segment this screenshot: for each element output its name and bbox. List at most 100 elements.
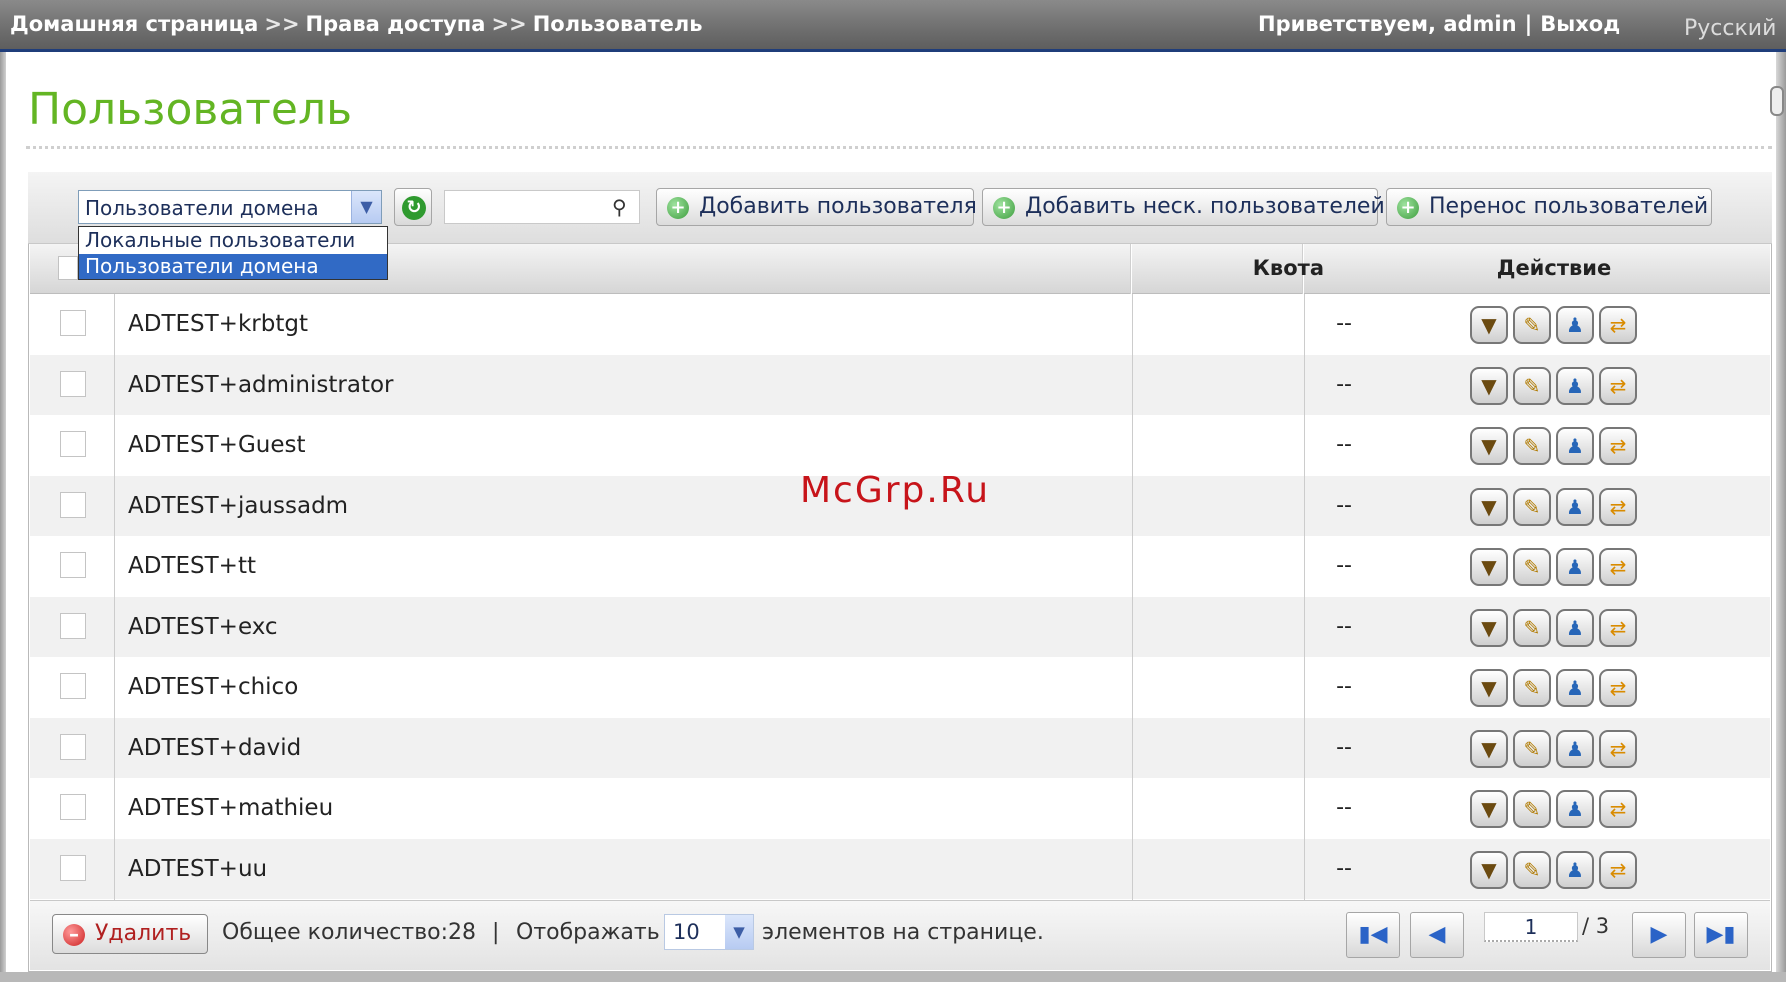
row-checkbox[interactable] [60, 854, 86, 881]
row-checkbox[interactable] [60, 370, 86, 397]
key-button[interactable]: ▼ [1470, 669, 1508, 707]
first-page-button[interactable]: ▮◀ [1346, 912, 1400, 958]
user-name: ADTEST+krbtgt [128, 311, 308, 337]
key-button[interactable]: ▼ [1470, 548, 1508, 586]
row-checkbox[interactable] [60, 552, 86, 578]
row-actions: ▼ ✎ ♟ ⇄ [1470, 548, 1650, 586]
edit-button[interactable]: ✎ [1513, 427, 1551, 465]
transfer-button[interactable]: ⇄ [1599, 366, 1637, 405]
edit-button[interactable]: ✎ [1513, 306, 1551, 344]
key-button[interactable]: ▼ [1470, 306, 1508, 344]
table-row[interactable]: ADTEST+krbtgt -- ▼ ✎ ♟ ⇄ [30, 294, 1770, 355]
next-page-button[interactable]: ▶ [1632, 912, 1686, 958]
user-group-button[interactable]: ♟ [1556, 306, 1594, 344]
user-group-button[interactable]: ♟ [1556, 366, 1594, 405]
refresh-button[interactable]: ↻ [394, 188, 432, 226]
transfer-button[interactable]: ⇄ [1599, 427, 1637, 465]
transfer-button[interactable]: ⇄ [1599, 790, 1637, 828]
title-divider [26, 146, 1772, 149]
per-page-select[interactable]: 10 ▼ [664, 914, 754, 950]
transfer-button[interactable]: ⇄ [1599, 669, 1637, 707]
edit-button[interactable]: ✎ [1513, 850, 1551, 889]
column-header-quota[interactable]: Квота [1164, 256, 1324, 280]
user-group-button[interactable]: ♟ [1556, 548, 1594, 586]
row-checkbox[interactable] [60, 612, 86, 639]
row-checkbox[interactable] [60, 431, 86, 457]
logout-link[interactable]: Выход [1540, 12, 1620, 36]
row-checkbox[interactable] [60, 794, 86, 820]
key-icon: ▼ [1481, 736, 1497, 761]
key-button[interactable]: ▼ [1470, 427, 1508, 465]
transfer-button[interactable]: ⇄ [1599, 548, 1637, 586]
table-row[interactable]: ADTEST+Guest -- ▼ ✎ ♟ ⇄ [30, 415, 1770, 476]
user-group-button[interactable]: ♟ [1556, 487, 1594, 526]
option-domain-users[interactable]: Пользователи домена [79, 254, 387, 279]
chevron-down-icon[interactable]: ▼ [725, 915, 753, 949]
key-button[interactable]: ▼ [1470, 790, 1508, 828]
username: admin [1443, 12, 1517, 36]
transfer-button[interactable]: ⇄ [1599, 306, 1637, 344]
row-actions: ▼ ✎ ♟ ⇄ [1470, 306, 1650, 344]
edit-button[interactable]: ✎ [1513, 608, 1551, 647]
user-group-button[interactable]: ♟ [1556, 669, 1594, 707]
add-multiple-users-button[interactable]: + Добавить неск. пользователей [982, 188, 1385, 226]
table-row[interactable]: ADTEST+administrator -- ▼ ✎ ♟ ⇄ [30, 354, 1770, 415]
edit-button[interactable]: ✎ [1513, 790, 1551, 828]
add-user-button[interactable]: + Добавить пользователя [656, 188, 977, 226]
key-button[interactable]: ▼ [1470, 729, 1508, 768]
language-selector[interactable]: Русский [1684, 16, 1776, 41]
breadcrumb-access-rights[interactable]: Права доступа [306, 12, 486, 36]
edit-button[interactable]: ✎ [1513, 669, 1551, 707]
transfer-button[interactable]: ⇄ [1599, 729, 1637, 768]
table-row[interactable]: ADTEST+tt -- ▼ ✎ ♟ ⇄ [30, 536, 1770, 597]
edit-button[interactable]: ✎ [1513, 548, 1551, 586]
row-checkbox[interactable] [60, 491, 86, 518]
edit-button[interactable]: ✎ [1513, 366, 1551, 405]
user-type-select[interactable]: Пользователи домена ▼ [78, 190, 382, 224]
transfer-icon: ⇄ [1609, 736, 1627, 761]
table-row[interactable]: ADTEST+david -- ▼ ✎ ♟ ⇄ [30, 717, 1770, 778]
edit-icon: ✎ [1523, 736, 1541, 761]
top-bar: Домашняя страница >> Права доступа >> Пользо… [0, 0, 1786, 52]
key-icon: ▼ [1481, 494, 1497, 519]
user-group-icon: ♟ [1566, 494, 1584, 519]
user-group-button[interactable]: ♟ [1556, 729, 1594, 768]
prev-page-button[interactable]: ◀ [1410, 912, 1464, 958]
page-number-input[interactable]: 1 [1484, 912, 1578, 942]
table-row[interactable]: ADTEST+chico -- ▼ ✎ ♟ ⇄ [30, 657, 1770, 718]
user-group-icon: ♟ [1566, 615, 1584, 640]
transfer-icon: ⇄ [1609, 797, 1627, 821]
search-input[interactable] [444, 190, 640, 224]
edit-button[interactable]: ✎ [1513, 729, 1551, 768]
key-button[interactable]: ▼ [1470, 608, 1508, 647]
column-divider [114, 294, 115, 900]
user-group-button[interactable]: ♟ [1556, 790, 1594, 828]
transfer-users-button[interactable]: + Перенос пользователей [1386, 188, 1712, 226]
user-group-button[interactable]: ♟ [1556, 850, 1594, 889]
row-checkbox[interactable] [60, 733, 86, 760]
window-frame-left [0, 52, 6, 982]
edit-button[interactable]: ✎ [1513, 487, 1551, 526]
user-group-button[interactable]: ♟ [1556, 427, 1594, 465]
key-button[interactable]: ▼ [1470, 487, 1508, 526]
option-local-users[interactable]: Локальные пользователи [79, 228, 387, 253]
user-name: ADTEST+tt [128, 553, 256, 579]
key-button[interactable]: ▼ [1470, 850, 1508, 889]
user-group-button[interactable]: ♟ [1556, 608, 1594, 647]
delete-button[interactable]: – Удалить [52, 914, 208, 954]
scrollbar-thumb[interactable] [1770, 86, 1784, 116]
key-button[interactable]: ▼ [1470, 366, 1508, 405]
transfer-button[interactable]: ⇄ [1599, 608, 1637, 647]
transfer-button[interactable]: ⇄ [1599, 850, 1637, 889]
transfer-button[interactable]: ⇄ [1599, 487, 1637, 526]
breadcrumb-home[interactable]: Домашняя страница [10, 12, 258, 36]
select-all-checkbox[interactable] [58, 256, 78, 280]
table-row[interactable]: ADTEST+exc -- ▼ ✎ ♟ ⇄ [30, 596, 1770, 657]
row-checkbox[interactable] [60, 310, 86, 336]
chevron-down-icon[interactable]: ▼ [351, 191, 381, 223]
last-page-button[interactable]: ▶▮ [1694, 912, 1748, 958]
user-name: ADTEST+uu [128, 855, 268, 882]
table-row[interactable]: ADTEST+mathieu -- ▼ ✎ ♟ ⇄ [30, 778, 1770, 839]
table-row[interactable]: ADTEST+uu -- ▼ ✎ ♟ ⇄ [30, 838, 1770, 899]
row-checkbox[interactable] [60, 673, 86, 699]
